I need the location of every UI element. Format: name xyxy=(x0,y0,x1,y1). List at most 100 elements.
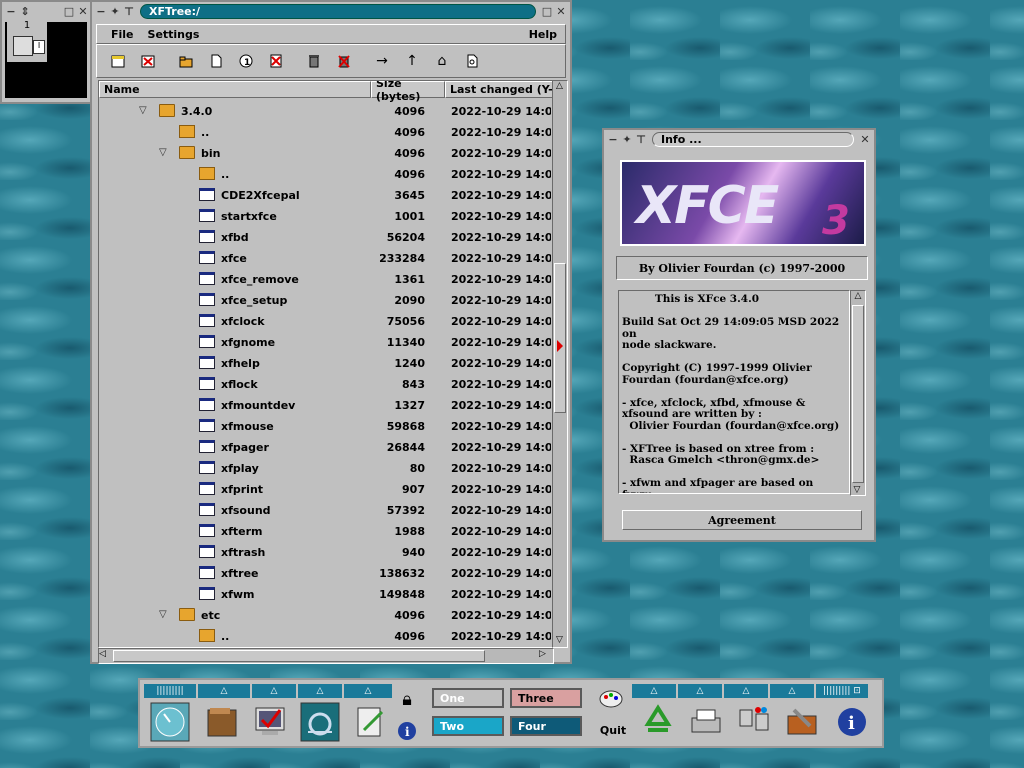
table-row[interactable]: xfbd 56204 2022-10-29 14:05 xyxy=(99,227,553,248)
pager-window-thumb[interactable] xyxy=(13,36,33,56)
lock-icon[interactable]: 🔒︎ xyxy=(392,684,422,714)
vertical-scrollbar[interactable]: △ ▽ xyxy=(552,80,568,648)
table-row[interactable]: startxfce 1001 2022-10-29 14:05 xyxy=(99,206,553,227)
info-icon[interactable]: i xyxy=(392,716,422,746)
table-row[interactable]: xfclock 75056 2022-10-29 14:05 xyxy=(99,311,553,332)
delete-icon[interactable] xyxy=(265,50,287,72)
table-row[interactable]: CDE2Xfcepal 3645 2022-10-29 14:05 xyxy=(99,185,553,206)
minimize-icon[interactable]: − xyxy=(606,132,620,146)
column-size[interactable]: Size (bytes) xyxy=(371,81,445,103)
minimize-icon[interactable]: − xyxy=(4,4,18,18)
palette-icon[interactable] xyxy=(596,684,626,714)
xftree-titlebar[interactable]: − ✦ ⊤ XFTree:/ □ ✕ xyxy=(92,2,570,20)
table-row[interactable]: ▽ etc 4096 2022-10-29 14:05 xyxy=(99,605,553,626)
table-row[interactable]: xfmouse 59868 2022-10-29 14:05 xyxy=(99,416,553,437)
table-row[interactable]: xftrash 940 2022-10-29 14:05 xyxy=(99,542,553,563)
table-row[interactable]: xftree 138632 2022-10-29 14:05 xyxy=(99,563,553,584)
scroll-down-arrow-icon[interactable]: ▽ xyxy=(554,635,565,647)
expand-toggle-icon[interactable]: ▽ xyxy=(159,147,167,158)
pager-titlebar[interactable]: − ⇕ □ ✕ xyxy=(2,2,90,20)
scroll-down-arrow-icon[interactable]: ▽ xyxy=(851,485,863,495)
close-icon[interactable]: ✕ xyxy=(76,4,90,18)
recycle-icon[interactable] xyxy=(638,702,678,742)
table-row[interactable]: xfterm 1988 2022-10-29 14:05 xyxy=(99,521,553,542)
table-row[interactable]: ▽ 3.4.0 4096 2022-10-29 14:05 xyxy=(99,101,553,122)
network-icon[interactable] xyxy=(734,702,774,742)
scroll-up-arrow-icon[interactable]: △ xyxy=(554,81,565,93)
hscrollbar-thumb[interactable] xyxy=(113,650,485,662)
workspace-three[interactable]: Three xyxy=(510,688,582,708)
workspace-four[interactable]: Four xyxy=(510,716,582,736)
close-window-icon[interactable] xyxy=(137,50,159,72)
menu-settings[interactable]: Settings xyxy=(148,28,200,41)
popup-arrow-icon[interactable]: △ xyxy=(344,684,392,698)
toolbox-icon[interactable] xyxy=(782,702,822,742)
popup-arrow-icon[interactable]: △ xyxy=(770,684,814,698)
table-row[interactable]: xfce_remove 1361 2022-10-29 14:05 xyxy=(99,269,553,290)
column-changed[interactable]: Last changed (Y-M xyxy=(445,81,553,98)
stick-icon[interactable]: ✦ xyxy=(620,132,634,146)
new-window-icon[interactable] xyxy=(107,50,129,72)
scrollbar-thumb[interactable] xyxy=(554,263,566,413)
maximize-icon[interactable]: □ xyxy=(540,4,554,18)
new-folder-icon[interactable] xyxy=(175,50,197,72)
info-scrollbar[interactable]: △ ▽ xyxy=(850,290,866,496)
scroll-left-arrow-icon[interactable]: ◁ xyxy=(99,649,111,659)
popup-arrow-icon[interactable]: △ xyxy=(252,684,296,698)
panel-handle-left[interactable]: ||||||||| xyxy=(144,684,196,698)
table-row[interactable]: xfce 233284 2022-10-29 14:05 xyxy=(99,248,553,269)
window-title[interactable]: Info ... xyxy=(652,131,854,147)
expand-toggle-icon[interactable]: ▽ xyxy=(159,609,167,620)
table-row[interactable]: xfprint 907 2022-10-29 14:05 xyxy=(99,479,553,500)
minimize-icon[interactable]: − xyxy=(94,4,108,18)
help-icon[interactable]: i xyxy=(832,702,872,742)
file-tree[interactable]: Name Size (bytes) Last changed (Y-M ▽ 3.4… xyxy=(98,80,566,648)
close-icon[interactable]: ✕ xyxy=(858,132,872,146)
pin-icon[interactable]: ⊤ xyxy=(634,132,648,146)
pager-desk-1[interactable]: 1 I xyxy=(7,20,47,62)
workspace-two[interactable]: Two xyxy=(432,716,504,736)
column-name[interactable]: Name xyxy=(99,81,371,98)
popup-arrow-icon[interactable]: △ xyxy=(298,684,342,698)
agreement-button[interactable]: Agreement xyxy=(622,510,862,530)
table-row[interactable]: xflock 843 2022-10-29 14:05 xyxy=(99,374,553,395)
settings-icon[interactable] xyxy=(300,702,340,742)
go-up-icon[interactable]: ↑ xyxy=(401,50,423,72)
go-forward-icon[interactable]: → xyxy=(371,50,393,72)
properties-icon[interactable]: 1 xyxy=(235,50,257,72)
maximize-icon[interactable]: □ xyxy=(62,4,76,18)
editor-icon[interactable] xyxy=(350,702,390,742)
trash-icon[interactable] xyxy=(303,50,325,72)
scrollbar-thumb[interactable] xyxy=(852,305,864,483)
table-row[interactable]: xfmountdev 1327 2022-10-29 14:05 xyxy=(99,395,553,416)
table-row[interactable]: xfpager 26844 2022-10-29 14:05 xyxy=(99,437,553,458)
close-icon[interactable]: ✕ xyxy=(554,4,568,18)
new-file-icon[interactable] xyxy=(205,50,227,72)
printer-icon[interactable] xyxy=(686,702,726,742)
expand-toggle-icon[interactable]: ▽ xyxy=(139,105,147,116)
window-title[interactable]: XFTree:/ xyxy=(140,3,536,19)
quit-button[interactable]: Quit xyxy=(596,724,630,737)
table-row[interactable]: xfplay 80 2022-10-29 14:05 xyxy=(99,458,553,479)
table-row[interactable]: ▽ bin 4096 2022-10-29 14:05 xyxy=(99,143,553,164)
home-icon[interactable]: ⌂ xyxy=(431,50,453,72)
horizontal-scrollbar[interactable]: ◁ ▷ xyxy=(98,648,554,664)
shade-icon[interactable]: ⇕ xyxy=(18,4,32,18)
menu-file[interactable]: File xyxy=(111,28,134,41)
terminal-icon[interactable] xyxy=(250,702,290,742)
table-row[interactable]: xfwm 149848 2022-10-29 14:05 xyxy=(99,584,553,605)
panel-handle-right[interactable]: ||||||||| ⊡ xyxy=(816,684,868,698)
table-row[interactable]: xfce_setup 2090 2022-10-29 14:05 xyxy=(99,290,553,311)
table-row[interactable]: .. 4096 2022-10-29 14:05 xyxy=(99,164,553,185)
table-row[interactable]: .. 4096 2022-10-29 14:05 xyxy=(99,122,553,143)
table-row[interactable]: xfgnome 11340 2022-10-29 14:05 xyxy=(99,332,553,353)
pager-window-thumb[interactable]: I xyxy=(33,40,45,54)
table-row[interactable]: xfsound 57392 2022-10-29 14:05 xyxy=(99,500,553,521)
pager-desk[interactable]: 1 I xyxy=(5,20,87,98)
popup-arrow-icon[interactable]: △ xyxy=(724,684,768,698)
info-titlebar[interactable]: − ✦ ⊤ Info ... ✕ xyxy=(604,130,874,148)
table-row[interactable]: xfhelp 1240 2022-10-29 14:05 xyxy=(99,353,553,374)
workspace-one[interactable]: One xyxy=(432,688,504,708)
table-row[interactable]: .. 4096 2022-10-29 14:05 xyxy=(99,626,553,647)
scroll-up-arrow-icon[interactable]: △ xyxy=(851,291,865,301)
